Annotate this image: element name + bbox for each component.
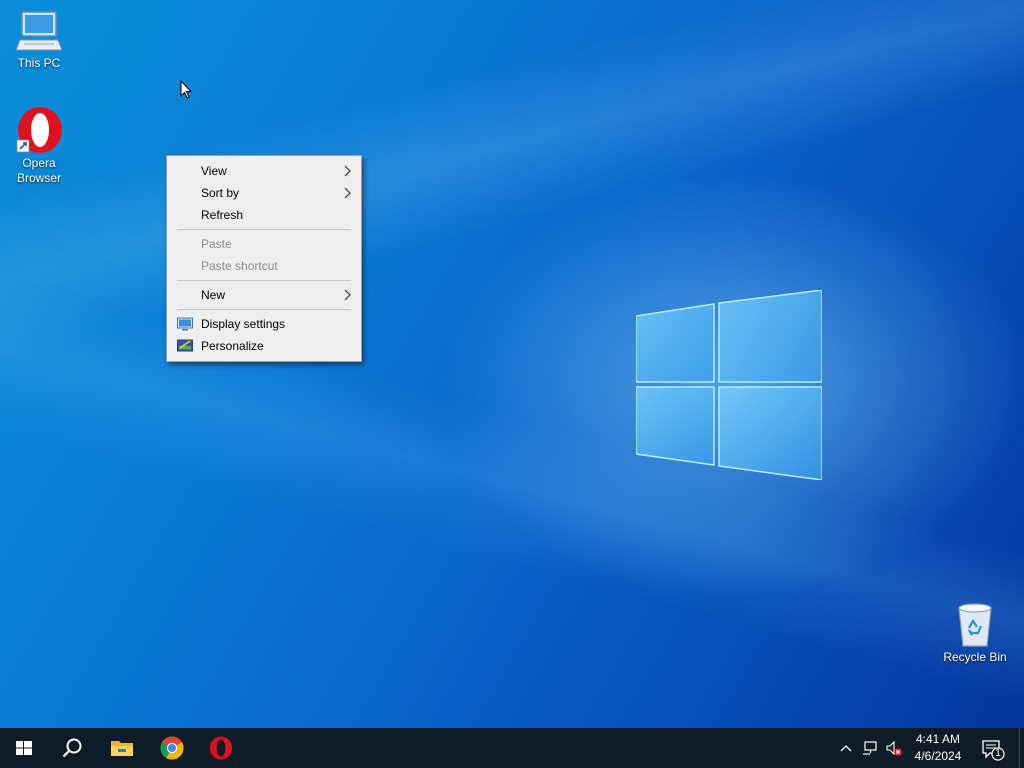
chevron-up-icon[interactable] (838, 740, 854, 756)
this-pc-shortcut[interactable]: This PC (2, 10, 76, 71)
menu-item-sort-by[interactable]: Sort by (167, 182, 361, 204)
mouse-pointer-icon (180, 80, 192, 99)
recycle-bin-shortcut[interactable]: Recycle Bin (938, 602, 1012, 665)
taskbar: 4:41 AM 4/6/2024 1 (0, 728, 1024, 768)
file-explorer-icon (111, 741, 133, 756)
show-desktop-button[interactable] (1019, 728, 1024, 768)
menu-item-refresh[interactable]: Refresh (167, 204, 361, 226)
chevron-right-icon (344, 165, 351, 177)
desktop[interactable]: This PC Opera Browser Recycle Bin View S… (0, 0, 1024, 728)
menu-item-label: Display settings (201, 317, 286, 331)
menu-item-paste: Paste (167, 233, 361, 255)
menu-item-label: Sort by (201, 186, 240, 200)
chrome-taskbar-button[interactable] (148, 728, 196, 768)
chrome-icon (160, 736, 184, 760)
notification-count-badge: 1 (995, 748, 1001, 759)
menu-separator (177, 280, 351, 281)
notification-icon (982, 740, 1005, 761)
menu-item-view[interactable]: View (167, 160, 361, 182)
computer-icon (16, 11, 62, 51)
desktop-icon-label: Opera (22, 156, 56, 170)
system-clock[interactable]: 4:41 AM 4/6/2024 (906, 731, 970, 765)
menu-item-new[interactable]: New (167, 284, 361, 306)
search-icon (62, 738, 82, 758)
menu-item-label: Personalize (201, 339, 264, 353)
menu-item-label: View (201, 164, 227, 178)
personalize-icon (177, 339, 193, 352)
opera-taskbar-button[interactable] (197, 728, 245, 768)
menu-item-label: Paste (201, 237, 232, 251)
desktop-icon-label: This PC (17, 56, 61, 70)
search-button[interactable] (48, 728, 96, 768)
menu-separator (177, 309, 351, 310)
clock-time: 4:41 AM (915, 732, 961, 746)
menu-item-paste-shortcut: Paste shortcut (167, 255, 361, 277)
menu-separator (177, 229, 351, 230)
windows-start-icon (16, 741, 32, 755)
desktop-icon-label: Recycle Bin (943, 650, 1007, 664)
display-icon (177, 317, 193, 331)
opera-icon (16, 107, 62, 153)
windows-logo-wallpaper (636, 290, 822, 480)
menu-item-display-settings[interactable]: Display settings (167, 313, 361, 335)
opera-browser-shortcut[interactable]: Opera Browser (2, 106, 76, 186)
start-button[interactable] (0, 728, 48, 768)
action-center-button[interactable]: 1 (978, 734, 1006, 762)
chevron-right-icon (344, 187, 351, 199)
file-explorer-taskbar-button[interactable] (98, 728, 146, 768)
volume-muted-icon[interactable] (886, 740, 902, 756)
chevron-right-icon (344, 289, 351, 301)
desktop-context-menu: View Sort by Refresh Paste Paste shortcu… (166, 155, 362, 362)
clock-date: 4/6/2024 (914, 749, 962, 763)
recycle-bin-icon (958, 603, 992, 647)
menu-item-label: Paste shortcut (201, 259, 278, 273)
light-beam (0, 0, 1024, 728)
menu-item-label: New (201, 288, 226, 302)
network-icon[interactable] (862, 740, 878, 756)
menu-item-personalize[interactable]: Personalize (167, 335, 361, 357)
desktop-icon-label: Browser (16, 171, 61, 185)
opera-icon (210, 736, 232, 760)
menu-item-label: Refresh (201, 208, 244, 222)
light-beam (0, 0, 1024, 728)
